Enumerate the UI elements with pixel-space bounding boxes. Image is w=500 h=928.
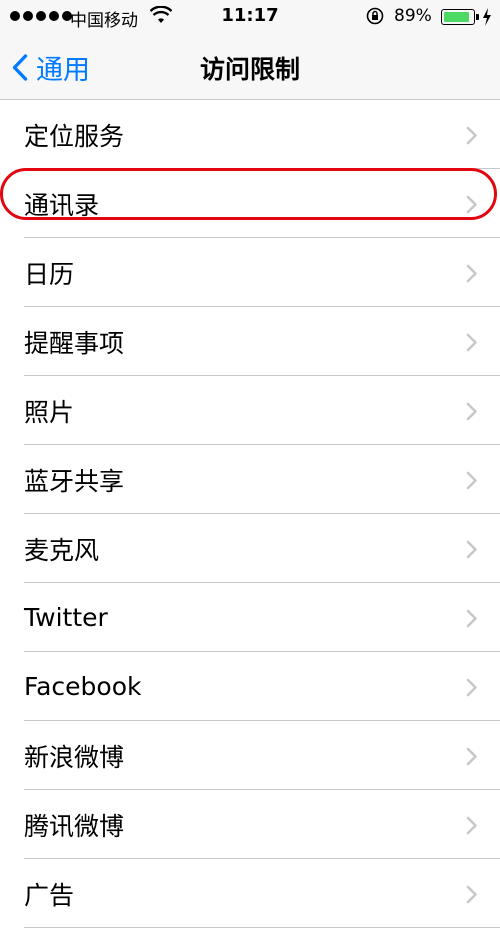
back-button[interactable]: 通用: [12, 48, 90, 87]
chevron-right-icon: [466, 264, 477, 282]
chevron-right-icon: [466, 195, 477, 213]
list-item-label: 日历: [24, 259, 75, 289]
status-bar: 中国移动 11:17 89%: [0, 0, 500, 34]
list-item-microphone[interactable]: 麦克风: [0, 514, 500, 583]
list-item-label: 广告: [24, 880, 75, 910]
chevron-right-icon: [466, 540, 477, 558]
chevron-right-icon: [466, 126, 477, 144]
chevron-left-icon: [12, 54, 28, 81]
list-item-label: Twitter: [24, 603, 108, 632]
list-item-label: 照片: [24, 397, 75, 427]
battery-percentage: 89%: [394, 6, 432, 26]
settings-list: 定位服务通讯录日历提醒事项照片蓝牙共享麦克风 Twitter Facebook 新浪微…: [0, 100, 500, 928]
list-item-twitter[interactable]: Twitter: [0, 583, 500, 652]
list-item-sina-weibo[interactable]: 新浪微博: [0, 721, 500, 790]
list-item-label: 蓝牙共享: [24, 466, 125, 496]
list-item-advertising[interactable]: 广告: [0, 859, 500, 928]
list-item-label: Facebook: [24, 672, 142, 701]
chevron-right-icon: [466, 402, 477, 420]
battery-icon: [441, 9, 475, 25]
back-button-label: 通用: [36, 55, 90, 86]
chevron-right-icon: [466, 678, 477, 696]
chevron-right-icon: [466, 471, 477, 489]
battery-cap: [476, 14, 479, 20]
list-item-contacts[interactable]: 通讯录: [0, 169, 500, 238]
chevron-right-icon: [466, 333, 477, 351]
list-item-calendars[interactable]: 日历: [0, 238, 500, 307]
list-item-label: 腾讯微博: [24, 811, 125, 841]
charging-bolt-icon: [483, 8, 491, 26]
list-item-reminders[interactable]: 提醒事项: [0, 307, 500, 376]
chevron-right-icon: [466, 609, 477, 627]
rotation-lock-icon: [366, 7, 384, 25]
list-item-label: 麦克风: [24, 535, 100, 565]
list-item-label: 新浪微博: [24, 742, 125, 772]
list-item-facebook[interactable]: Facebook: [0, 652, 500, 721]
chevron-right-icon: [466, 885, 477, 903]
list-item-label: 通讯录: [24, 190, 100, 220]
list-item-tencent-weibo[interactable]: 腾讯微博: [0, 790, 500, 859]
navigation-header: 中国移动 11:17 89% 通用 访问限制: [0, 0, 500, 100]
chevron-right-icon: [466, 747, 477, 765]
list-item-location-services[interactable]: 定位服务: [0, 100, 500, 169]
list-item-label: 定位服务: [24, 121, 125, 151]
list-item-bluetooth-sharing[interactable]: 蓝牙共享: [0, 445, 500, 514]
list-item-photos[interactable]: 照片: [0, 376, 500, 445]
chevron-right-icon: [466, 816, 477, 834]
battery-level-fill: [444, 12, 469, 22]
list-item-label: 提醒事项: [24, 328, 125, 358]
